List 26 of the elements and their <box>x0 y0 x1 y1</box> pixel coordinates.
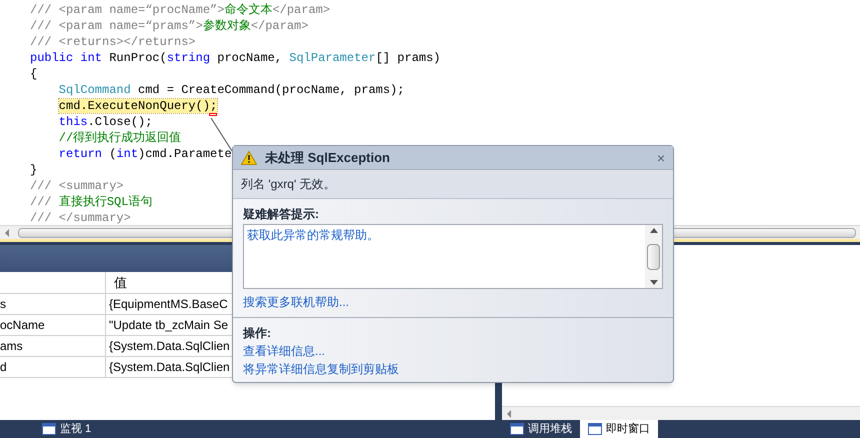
table-cell-text: "Update tb_zcMain Se <box>108 317 229 334</box>
table-cell: ocName <box>0 315 106 335</box>
code-line: //得到执行成功返回值 <box>58 130 182 146</box>
code-line: this.Close(); <box>58 114 152 130</box>
table-cell-text: {EquipmentMS.BaseC <box>108 296 229 313</box>
tips-heading: 疑难解答提示: <box>243 206 320 222</box>
code-line: SqlCommand cmd = CreateCommand(procName, prams); <box>58 82 404 98</box>
code-line: /// <summary> <box>30 178 124 194</box>
code-line: public int RunProc(string procName, SqlParameter[] prams) <box>30 50 440 66</box>
code-line: /// <param name=“prams”>参数对象</param> <box>30 18 308 34</box>
table-cell: ams <box>0 336 106 356</box>
code-line: /// </summary> <box>30 210 131 225</box>
code-line: return (int)cmd.Paramete <box>58 146 232 162</box>
code-line: /// <param name=“procName”>命令文本</param> <box>30 2 330 18</box>
table-cell: d <box>0 357 106 377</box>
popup-title: 未处理 SqlException <box>265 148 390 167</box>
table-cell: s <box>0 294 106 314</box>
code-line: /// <returns></returns> <box>30 34 196 50</box>
exception-message: 列名 'gxrq' 无效。 <box>233 170 673 199</box>
code-line: { <box>30 66 38 82</box>
code-line: /// 直接执行SQL语句 <box>30 194 152 210</box>
column-header: 值 <box>113 274 128 292</box>
code-line: } <box>30 162 38 178</box>
table-cell-text: {System.Data.SqlClien <box>108 359 230 376</box>
table-cell-text: {System.Data.SqlClien <box>108 338 230 355</box>
actions-heading: 操作: <box>243 325 272 342</box>
